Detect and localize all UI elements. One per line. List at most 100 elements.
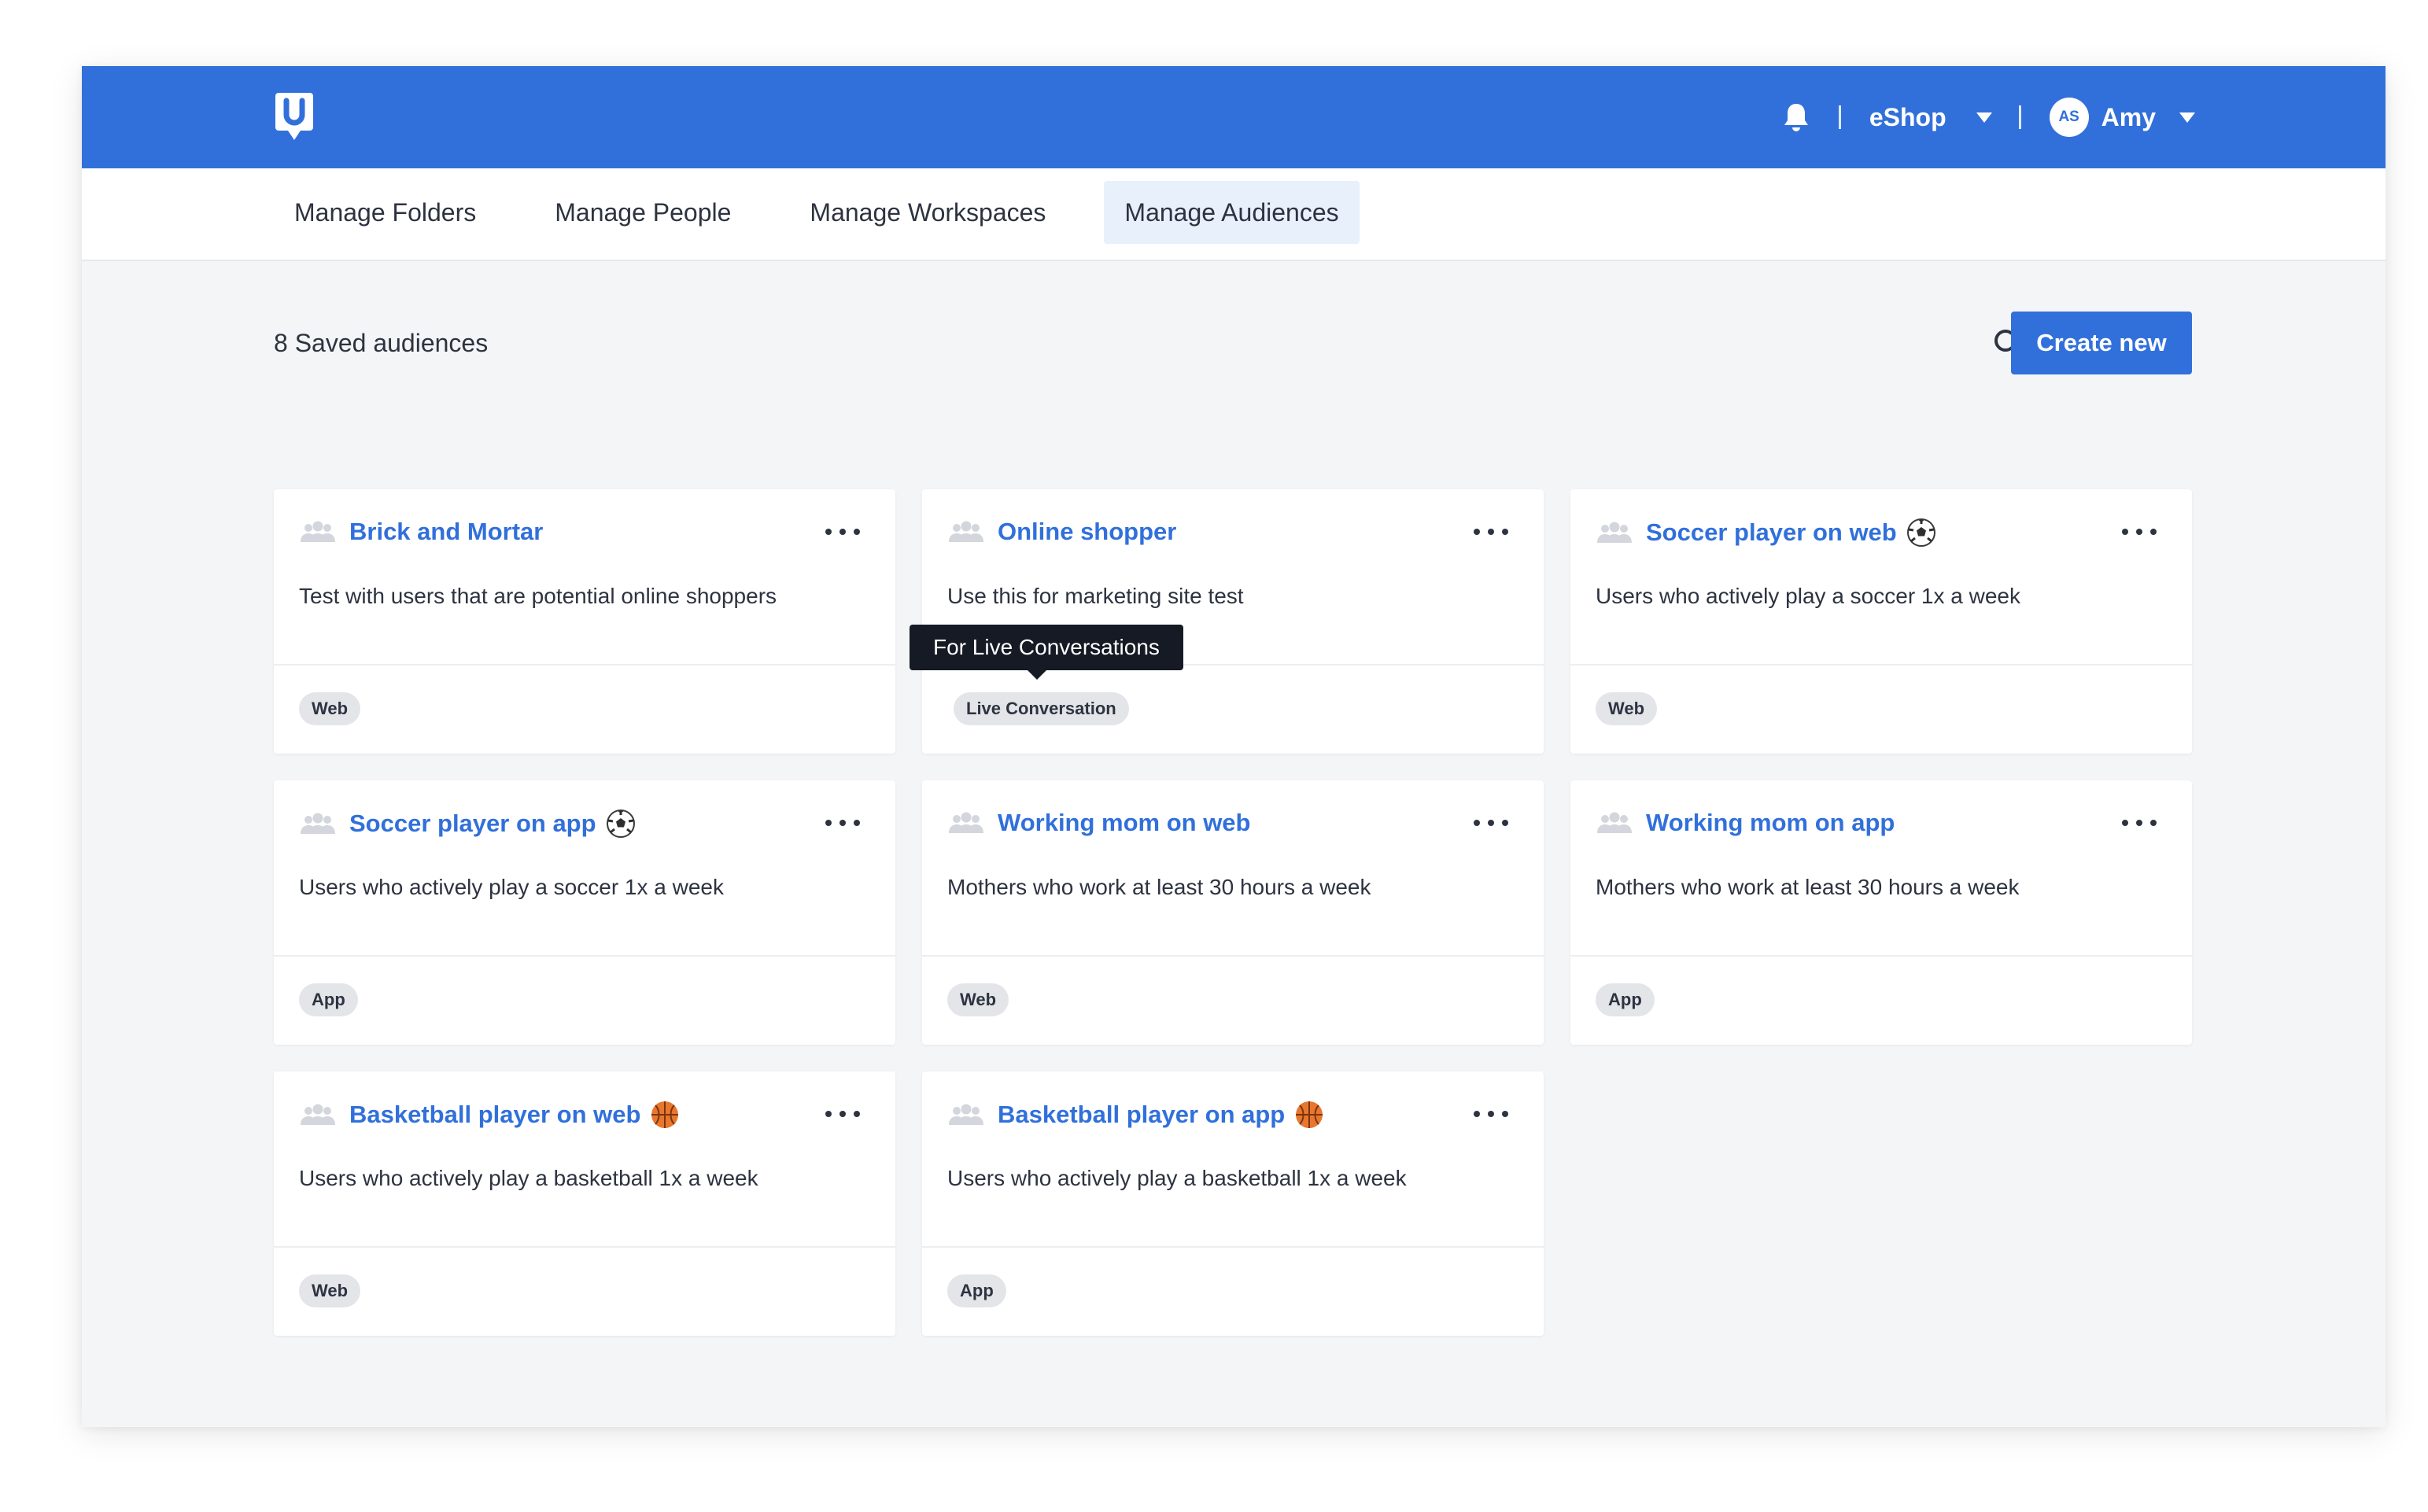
card-header: Basketball player on app Users who activ… [922, 1071, 1544, 1248]
more-options-icon[interactable] [1473, 524, 1509, 540]
basketball-icon [1296, 1101, 1323, 1128]
audience-description: Test with users that are potential onlin… [299, 584, 777, 608]
audience-description: Users who actively play a basketball 1x … [947, 1166, 1407, 1190]
card-footer: App [274, 957, 895, 1045]
more-options-icon[interactable] [2121, 815, 2157, 831]
soccer-ball-icon [606, 809, 635, 838]
tab-manage-people[interactable]: Manage People [534, 181, 751, 244]
tab-manage-audiences[interactable]: Manage Audiences [1104, 181, 1360, 244]
audience-description: Users who actively play a soccer 1x a we… [1596, 584, 2020, 608]
avatar: AS [2049, 98, 2089, 137]
chevron-down-icon [1976, 112, 1992, 123]
bell-icon[interactable] [1782, 101, 1810, 133]
audience-card: Working mom on app Mothers who work at l… [1570, 780, 2192, 1045]
chevron-down-icon [2179, 112, 2195, 123]
workspace-switcher[interactable]: eShop [1869, 103, 1992, 132]
card-header: Working mom on web Mothers who work at l… [922, 780, 1544, 957]
user-name: Amy [2101, 102, 2156, 131]
card-header: Soccer player on app Users who actively … [274, 780, 895, 957]
card-footer: Web [1570, 666, 2192, 754]
workspace-name: eShop [1869, 102, 1946, 131]
card-header: Soccer player on web Users who actively … [1570, 489, 2192, 666]
card-footer: Web [274, 1248, 895, 1336]
audience-card: Working mom on web Mothers who work at l… [922, 780, 1544, 1045]
audience-card: Basketball player on web Users who activ… [274, 1071, 895, 1336]
audience-card: Basketball player on app Users who activ… [922, 1071, 1544, 1336]
more-options-icon[interactable] [1473, 1106, 1509, 1122]
create-new-button[interactable]: Create new [2011, 312, 2192, 374]
more-options-icon[interactable] [825, 524, 861, 540]
soccer-ball-icon [1906, 518, 1935, 547]
basketball-icon [651, 1101, 679, 1128]
card-title-row: Soccer player on app [299, 809, 636, 839]
more-options-icon[interactable] [1473, 815, 1509, 831]
card-footer: Live Conversation [922, 666, 1544, 754]
card-title-row: Basketball player on web [299, 1100, 680, 1130]
audience-description: Users who actively play a basketball 1x … [299, 1166, 758, 1190]
tab-manage-workspaces[interactable]: Manage Workspaces [789, 181, 1066, 244]
group-icon [301, 813, 335, 834]
group-icon [301, 1104, 335, 1125]
platform-tag: Web [1596, 692, 1658, 725]
platform-tag: App [1596, 983, 1655, 1016]
group-icon [949, 812, 983, 833]
group-icon [1597, 522, 1632, 543]
group-icon [1597, 812, 1632, 833]
card-header: Online shopper Use this for marketing si… [910, 489, 1544, 680]
tab-bar: Manage Folders Manage People Manage Work… [82, 168, 2386, 261]
card-title-row: Online shopper [947, 518, 1176, 546]
platform-tag: Web [299, 692, 361, 725]
more-options-icon[interactable] [825, 815, 861, 831]
audience-title[interactable]: Working mom on app [1646, 809, 1895, 837]
more-options-icon[interactable] [2121, 524, 2157, 540]
main-content: 8 Saved audiences Create new Brick and M… [274, 312, 2192, 1336]
card-footer: Web [274, 666, 895, 754]
card-title-row: Working mom on web [947, 809, 1251, 837]
card-footer: Web [922, 957, 1544, 1045]
top-header: eShop AS Amy [82, 66, 2386, 168]
card-header: Brick and Mortar Test with users that ar… [274, 489, 895, 666]
card-title-row: Brick and Mortar [299, 518, 543, 546]
user-menu[interactable]: AS Amy [2049, 98, 2195, 137]
more-options-icon[interactable] [825, 1106, 861, 1122]
tag-tooltip: For Live Conversations [910, 625, 1183, 680]
card-title-row: Basketball player on app [947, 1100, 1324, 1130]
card-footer: App [922, 1248, 1544, 1336]
audience-title[interactable]: Basketball player on app [998, 1101, 1285, 1129]
group-icon [301, 521, 335, 542]
audience-card: Soccer player on web Users who actively … [1570, 489, 2192, 754]
audience-title[interactable]: Online shopper [998, 518, 1176, 546]
audience-title[interactable]: Basketball player on web [349, 1101, 640, 1129]
audience-card: Online shopper Use this for marketing si… [910, 489, 1544, 754]
card-header: Basketball player on web Users who activ… [274, 1071, 895, 1248]
platform-tag: Live Conversation [954, 692, 1129, 725]
platform-tag: App [299, 983, 358, 1016]
header-divider [2018, 105, 2021, 129]
card-title-row: Working mom on app [1596, 809, 1895, 837]
card-footer: App [1570, 957, 2192, 1045]
card-title-row: Soccer player on web [1596, 518, 1936, 548]
audience-title[interactable]: Working mom on web [998, 809, 1251, 837]
group-icon [949, 521, 983, 542]
usertesting-logo-icon[interactable] [274, 91, 315, 143]
audience-title[interactable]: Brick and Mortar [349, 518, 543, 546]
header-actions: eShop AS Amy [1782, 66, 2195, 168]
audience-description: Users who actively play a soccer 1x a we… [299, 875, 724, 899]
header-divider [1838, 105, 1841, 129]
saved-audiences-count: 8 Saved audiences [274, 329, 489, 357]
tooltip-text: For Live Conversations [933, 635, 1160, 659]
group-icon [949, 1104, 983, 1125]
card-header: Working mom on app Mothers who work at l… [1570, 780, 2192, 957]
app-window: eShop AS Amy Manage Folders Manage Peopl… [82, 66, 2386, 1427]
audience-card: Brick and Mortar Test with users that ar… [274, 489, 895, 754]
tab-manage-folders[interactable]: Manage Folders [274, 181, 496, 244]
platform-tag: App [947, 1274, 1006, 1307]
audience-card: Soccer player on app Users who actively … [274, 780, 895, 1045]
audience-title[interactable]: Soccer player on app [349, 809, 596, 838]
platform-tag: Web [947, 983, 1009, 1016]
audience-grid: Brick and Mortar Test with users that ar… [274, 489, 2192, 1336]
audiences-toolbar: 8 Saved audiences Create new [274, 312, 2192, 374]
audience-description: Mothers who work at least 30 hours a wee… [1596, 875, 2020, 899]
audience-title[interactable]: Soccer player on web [1646, 518, 1897, 547]
audience-description: Use this for marketing site test [947, 584, 1244, 608]
